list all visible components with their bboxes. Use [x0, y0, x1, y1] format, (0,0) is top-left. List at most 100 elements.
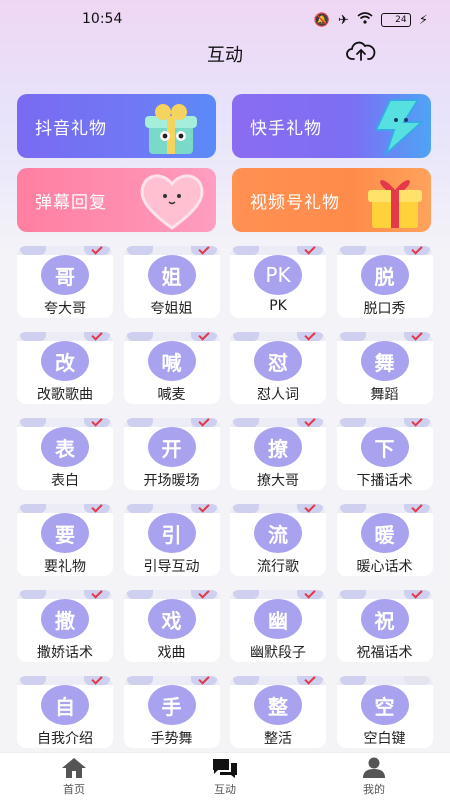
lightning-icon	[374, 99, 425, 156]
item-glyph: 戏	[147, 599, 196, 639]
check-icon	[197, 676, 210, 685]
cloud-upload-icon[interactable]	[346, 40, 376, 66]
grid-item-nuan-xin[interactable]: 暖暖心话术	[336, 504, 433, 576]
item-label: 夸姐姐	[150, 301, 193, 317]
header: 互动	[0, 38, 450, 68]
grid-item-sa-jiao[interactable]: 撒撒娇话术	[17, 590, 113, 662]
battery-level: 24	[395, 15, 407, 25]
grid-item-liu-xing-ge[interactable]: 流流行歌	[230, 504, 326, 576]
item-label: 喊麦	[157, 387, 186, 403]
item-label: 空白键	[363, 731, 406, 747]
grid-item-kong-bai-jian[interactable]: 空空白键	[336, 676, 433, 748]
grid-item-gai-ge[interactable]: 改改歌歌曲	[17, 332, 113, 404]
banner-label: 视频号礼物	[250, 193, 340, 213]
status-icons: 🔕 ✈ 24 ⚡	[314, 12, 428, 28]
item-glyph: 撒	[41, 599, 89, 639]
item-glyph: 流	[254, 513, 302, 553]
gift-box-icon	[145, 104, 197, 154]
item-glyph: 空	[360, 685, 409, 725]
check-icon	[197, 418, 210, 427]
grid-item-liao-da-ge[interactable]: 撩撩大哥	[230, 418, 326, 490]
grid-item-you-mo[interactable]: 幽幽默段子	[230, 590, 326, 662]
check-icon	[304, 246, 316, 255]
item-label: 表白	[51, 473, 79, 489]
grid-item-yao-li-wu[interactable]: 要要礼物	[17, 504, 113, 576]
check-icon	[304, 590, 316, 599]
item-label: 引导互动	[143, 559, 200, 575]
grid-item-biao-bai[interactable]: 表表白	[17, 418, 113, 490]
item-glyph: 引	[147, 513, 196, 553]
banner-kuaishou-gifts[interactable]: 快手礼物	[232, 94, 431, 158]
item-label: 舞蹈	[370, 387, 399, 403]
item-glyph: 自	[41, 685, 89, 725]
item-glyph: 幽	[254, 599, 302, 639]
check-icon	[197, 246, 210, 255]
grid-item-zheng-huo[interactable]: 整整活	[230, 676, 326, 748]
check-icon	[410, 332, 423, 341]
banner-danmu-reply[interactable]: 弹幕回复	[17, 168, 216, 232]
home-icon	[62, 758, 86, 778]
nav-home[interactable]: 首页	[34, 757, 114, 797]
bottom-nav: 首页 互动 我的	[0, 752, 450, 800]
grid-item-xia-bo[interactable]: 下下播话术	[336, 418, 433, 490]
check-icon	[410, 590, 423, 599]
check-icon	[91, 590, 103, 599]
item-label: 戏曲	[157, 645, 186, 661]
grid-item-shou-shi-wu[interactable]: 手手势舞	[123, 676, 220, 748]
grid-item-kua-da-ge[interactable]: 哥夸大哥	[17, 246, 113, 318]
grid-item-tuo-kou-xiu[interactable]: 脱脱口秀	[336, 246, 433, 318]
item-label: 夸大哥	[44, 301, 86, 317]
item-glyph: 下	[360, 427, 409, 467]
nav-me[interactable]: 我的	[334, 757, 414, 797]
check-icon	[410, 418, 423, 427]
grid-item-yin-dao[interactable]: 引引导互动	[123, 504, 220, 576]
heart-icon	[140, 174, 204, 230]
gift-box-icon	[368, 180, 422, 228]
check-icon	[304, 504, 316, 513]
item-label: 流行歌	[257, 559, 299, 575]
item-glyph: 脱	[360, 255, 409, 295]
nav-label: 首页	[63, 783, 85, 796]
check-icon	[91, 676, 103, 685]
check-icon	[91, 246, 103, 255]
mute-icon: 🔕	[313, 12, 330, 28]
banner-douyin-gifts[interactable]: 抖音礼物	[17, 94, 216, 158]
item-label: 幽默段子	[250, 645, 306, 661]
item-label: 自我介绍	[37, 731, 93, 747]
banner-shipinhao-gifts[interactable]: 视频号礼物	[232, 168, 431, 232]
item-glyph: PK	[254, 255, 302, 295]
user-icon	[363, 757, 385, 778]
battery-icon: 24	[380, 13, 411, 27]
item-label: 要礼物	[44, 559, 86, 575]
chat-icon	[213, 759, 237, 778]
item-label: PK	[269, 298, 287, 314]
item-glyph: 怼	[254, 341, 302, 381]
grid-item-xi-qu[interactable]: 戏戏曲	[123, 590, 220, 662]
page-title: 互动	[207, 45, 243, 66]
grid-item-han-mai[interactable]: 喊喊麦	[123, 332, 220, 404]
banner-label: 抖音礼物	[35, 119, 107, 139]
nav-interact[interactable]: 互动	[185, 757, 265, 797]
grid-item-pk[interactable]: PK PK	[230, 246, 326, 318]
status-bar: 10:54 🔕 ✈ 24 ⚡	[0, 0, 450, 40]
grid-item-kai-chang[interactable]: 开开场暖场	[123, 418, 220, 490]
grid-item-zhu-fu[interactable]: 祝祝福话术	[336, 590, 433, 662]
item-glyph: 喊	[147, 341, 196, 381]
wifi-icon	[357, 12, 373, 28]
item-label: 暖心话术	[356, 559, 413, 575]
grid-item-zi-wo-jie-shao[interactable]: 自自我介绍	[17, 676, 113, 748]
check-icon	[91, 504, 103, 513]
check-icon	[410, 246, 423, 255]
grid-item-dui-ren-ci[interactable]: 怼怼人词	[230, 332, 326, 404]
check-icon	[91, 332, 103, 341]
charging-icon: ⚡	[418, 12, 428, 28]
item-label: 下播话术	[356, 473, 413, 489]
status-time: 10:54	[82, 11, 123, 27]
grid-item-wu-dao[interactable]: 舞舞蹈	[336, 332, 433, 404]
item-label: 脱口秀	[363, 301, 406, 317]
item-glyph: 舞	[360, 341, 409, 381]
check-icon	[410, 504, 423, 513]
item-glyph: 撩	[254, 427, 302, 467]
grid-item-kua-jie-jie[interactable]: 姐夸姐姐	[123, 246, 220, 318]
check-icon	[197, 590, 210, 599]
